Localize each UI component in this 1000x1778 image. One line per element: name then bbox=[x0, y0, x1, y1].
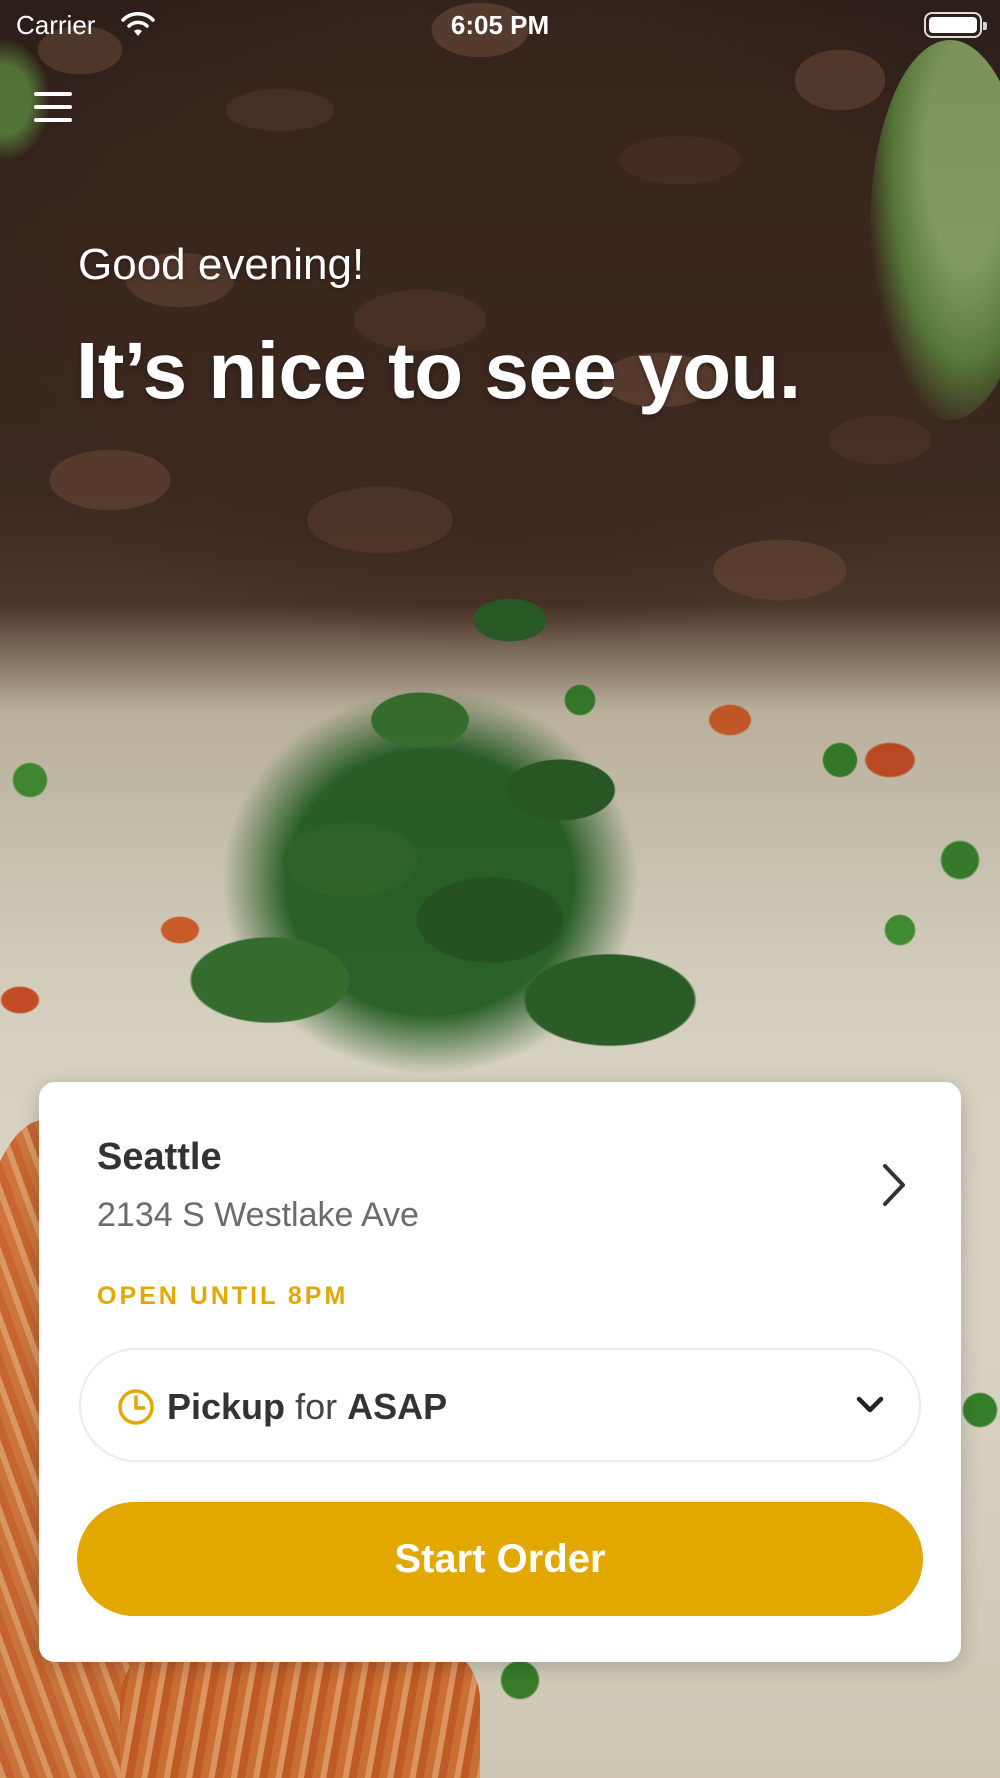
chevron-down-icon bbox=[856, 1396, 884, 1413]
order-card: Seattle 2134 S Westlake Ave OPEN UNTIL 8… bbox=[39, 1082, 961, 1662]
start-order-button[interactable]: Start Order bbox=[77, 1502, 923, 1616]
hamburger-menu-icon[interactable] bbox=[34, 92, 78, 132]
app-screen: Carrier 6:05 PM Good evening! It’s nice … bbox=[0, 0, 1000, 1778]
order-mode: Pickup bbox=[167, 1386, 286, 1427]
battery-fill bbox=[929, 17, 977, 33]
status-bar: Carrier 6:05 PM bbox=[0, 0, 1000, 54]
order-type-selector[interactable]: Pickup for ASAP bbox=[79, 1348, 921, 1462]
chevron-right-icon bbox=[883, 1164, 905, 1206]
location-selector[interactable]: Seattle 2134 S Westlake Ave bbox=[39, 1082, 961, 1262]
order-connector: for bbox=[295, 1386, 338, 1427]
greeting-text: Good evening! bbox=[78, 240, 365, 289]
order-type-text: Pickup for ASAP bbox=[167, 1386, 447, 1428]
battery-icon bbox=[924, 12, 987, 38]
hours-label: OPEN UNTIL 8PM bbox=[97, 1282, 349, 1310]
headline-text: It’s nice to see you. bbox=[76, 326, 801, 415]
clock-icon bbox=[118, 1389, 154, 1425]
status-time: 6:05 PM bbox=[450, 10, 550, 40]
location-address: 2134 S Westlake Ave bbox=[97, 1196, 419, 1234]
location-name: Seattle bbox=[97, 1136, 222, 1178]
order-time: ASAP bbox=[347, 1386, 448, 1427]
